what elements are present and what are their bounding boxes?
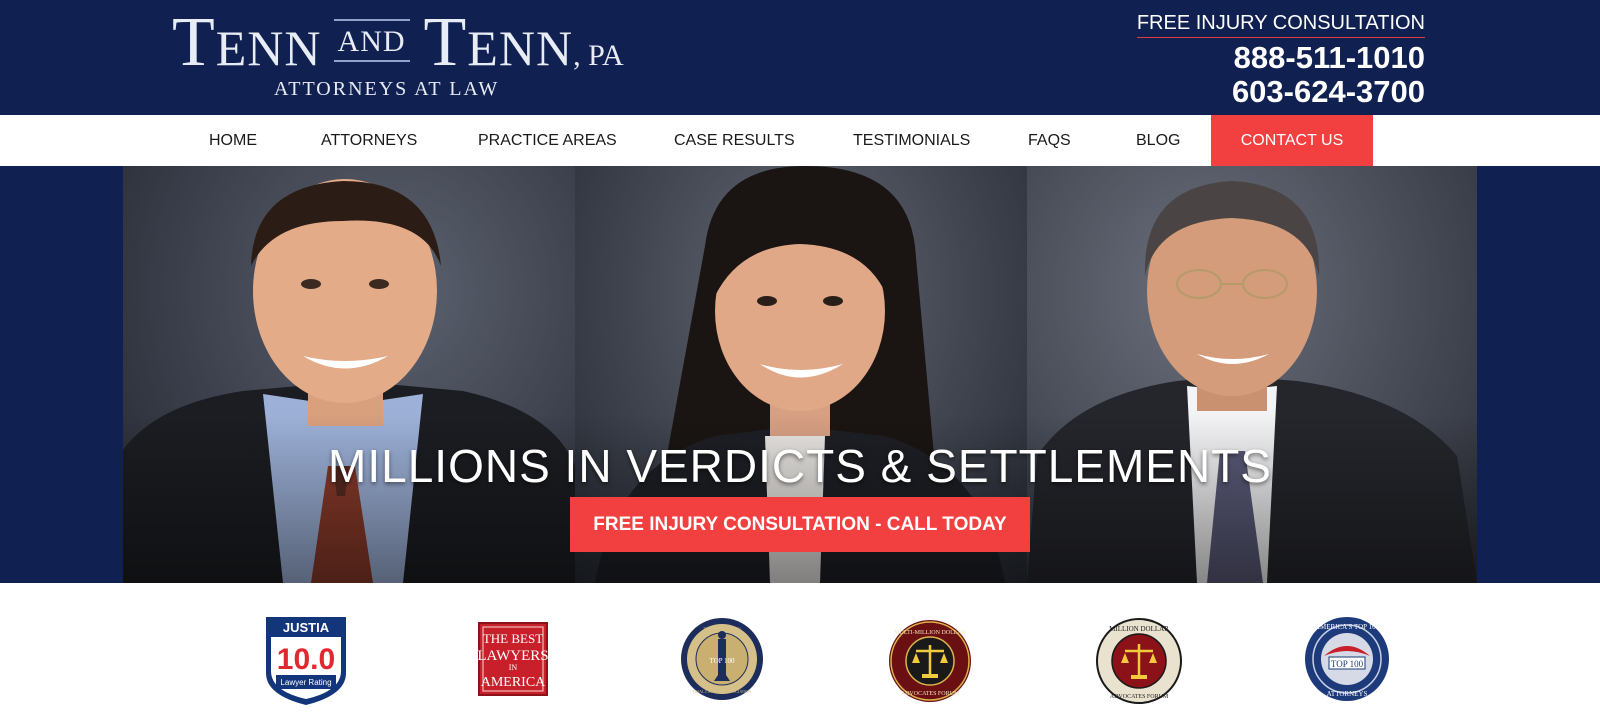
hero-headline: MILLIONS IN VERDICTS & SETTLEMENTS [328, 440, 1272, 492]
justia-score: 10.0 [277, 643, 335, 676]
nav-item-faqs[interactable]: FAQS [1028, 115, 1071, 166]
trial-lawyers-association-badge[interactable]: THE AMERICAN TRIAL LAWYERS ASSOCIATION T… [680, 617, 764, 706]
free-consultation-link[interactable]: FREE INJURY CONSULTATION [1136, 12, 1425, 38]
multi-million-line1: MULTI-MILLION DOLLAR [894, 630, 966, 636]
justia-title: JUSTIA [283, 620, 330, 635]
nav-item-case-results[interactable]: CASE RESULTS [674, 115, 795, 166]
justia-caption: Lawyer Rating [280, 678, 331, 687]
trial-lawyers-line3: TOP 100 [709, 657, 735, 665]
multi-million-seal-icon: MULTI-MILLION DOLLAR ADVOCATES FORUM [889, 620, 971, 702]
justia-shield-icon: JUSTIA 10.0 Lawyer Rating [266, 617, 346, 705]
americas-top-100-line1: AMERICA'S TOP 100 [1315, 623, 1380, 631]
americas-top-100-line2: TOP 100 [1331, 659, 1364, 669]
multi-million-dollar-advocates-badge[interactable]: MULTI-MILLION DOLLAR ADVOCATES FORUM [888, 619, 972, 708]
justia-badge[interactable]: JUSTIA 10.0 Lawyer Rating [262, 613, 350, 712]
logo-subtitle: ATTORNEYS AT LAW [274, 78, 500, 100]
nav-item-attorneys[interactable]: ATTORNEYS [321, 115, 417, 166]
million-dollar-seal-icon: MILLION DOLLAR ADVOCATES FORUM [1096, 618, 1182, 704]
best-lawyers-line4: AMERICA [481, 675, 546, 690]
hero-cta-button[interactable]: FREE INJURY CONSULTATION - CALL TODAY [570, 497, 1030, 552]
million-dollar-advocates-badge[interactable]: MILLION DOLLAR ADVOCATES FORUM [1096, 618, 1182, 709]
nav-item-practice-areas[interactable]: PRACTICE AREAS [478, 115, 617, 166]
award-badges: JUSTIA 10.0 Lawyer Rating THE BEST LAWYE… [0, 583, 1600, 726]
trial-lawyers-line1: THE AMERICAN [703, 628, 741, 633]
best-lawyers-line3: IN [509, 663, 518, 672]
best-lawyers-line2: LAWYERS [478, 648, 548, 664]
best-lawyers-icon: THE BEST LAWYERS IN AMERICA [477, 622, 549, 696]
logo-and: AND [333, 19, 410, 62]
phone-number-local[interactable]: 603-624-3700 [1232, 74, 1425, 110]
logo-word-2: ENN [467, 20, 574, 76]
nav-item-blog[interactable]: BLOG [1136, 115, 1180, 166]
trial-lawyers-seal-icon: THE AMERICAN TRIAL LAWYERS ASSOCIATION T… [681, 618, 763, 700]
logo-initial-1: T [172, 4, 216, 81]
phone-number-tollfree[interactable]: 888-511-1010 [1234, 40, 1425, 76]
trial-lawyers-line2: TRIAL LAWYERS ASSOCIATION [693, 689, 752, 694]
americas-top-100-seal-icon: TOP 100 AMERICA'S TOP 100 ATTORNEYS [1305, 617, 1389, 701]
multi-million-line2: ADVOCATES FORUM [901, 691, 960, 697]
nav-item-contact-us[interactable]: CONTACT US [1211, 115, 1373, 166]
nav-item-testimonials[interactable]: TESTIMONIALS [853, 115, 970, 166]
nav-item-home[interactable]: HOME [209, 115, 257, 166]
million-dollar-line2: ADVOCATES FORUM [1110, 694, 1169, 700]
million-dollar-line1: MILLION DOLLAR [1109, 625, 1169, 633]
site-logo[interactable]: TENN AND TENN, PA ATTORNEYS AT LAW [172, 8, 652, 106]
site-header: TENN AND TENN, PA ATTORNEYS AT LAW FREE IN… [0, 0, 1600, 115]
americas-top-100-line3: ATTORNEYS [1327, 690, 1368, 698]
americas-top-100-badge[interactable]: TOP 100 AMERICA'S TOP 100 ATTORNEYS [1304, 616, 1390, 707]
main-navigation: HOME ATTORNEYS PRACTICE AREAS CASE RESUL… [0, 115, 1600, 166]
best-lawyers-badge[interactable]: THE BEST LAWYERS IN AMERICA [477, 622, 549, 701]
logo-word-1: ENN [215, 20, 322, 76]
hero-banner: MILLIONS IN VERDICTS & SETTLEMENTS FREE … [0, 166, 1600, 583]
logo-initial-2: T [423, 4, 468, 81]
logo-wordmark: TENN AND TENN, PA [172, 8, 624, 78]
best-lawyers-line1: THE BEST [483, 631, 543, 646]
logo-suffix: , PA [573, 39, 624, 72]
